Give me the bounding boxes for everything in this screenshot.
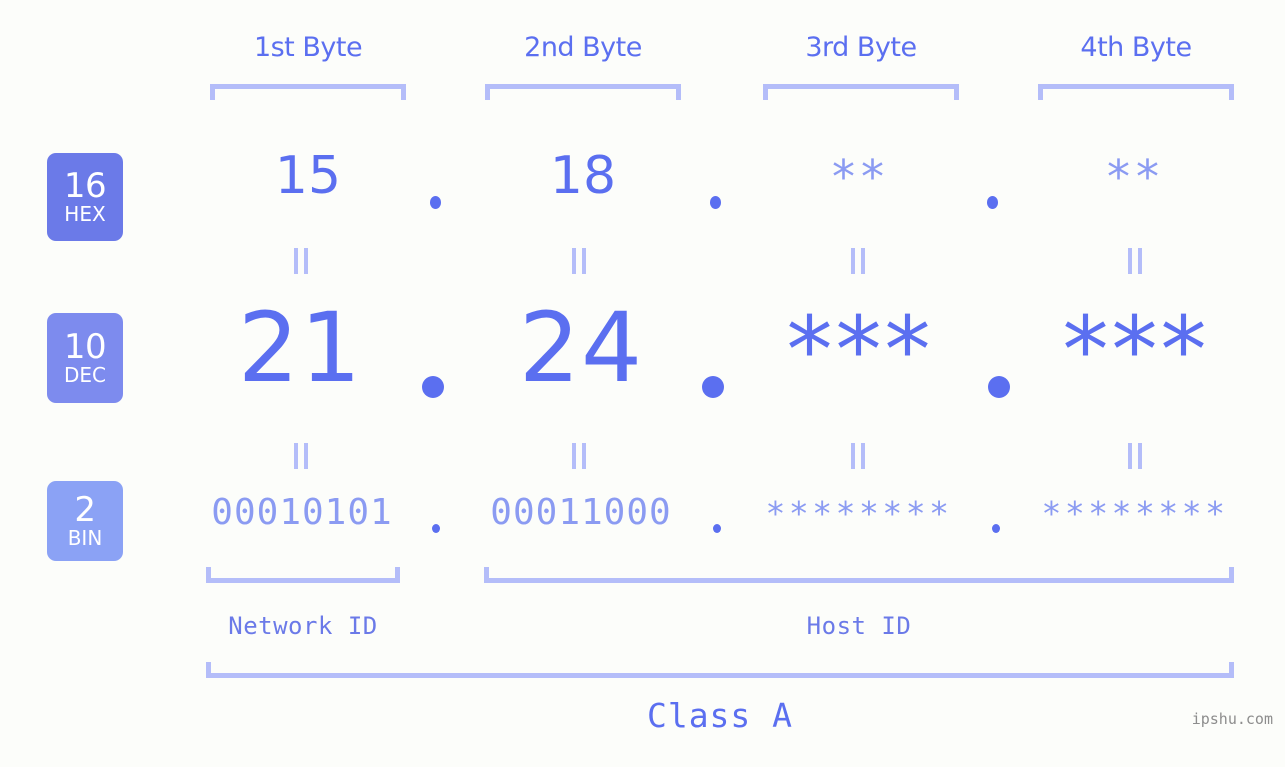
network-id-bracket [206, 567, 400, 583]
equality-mark-upper-4 [1128, 248, 1142, 274]
byte-header-label-3: 3rd Byte [805, 32, 917, 63]
hex-separator-dot-1 [430, 196, 441, 209]
ip-byte-breakdown-diagram: 1st Byte 2nd Byte 3rd Byte 4th Byte 16 H… [0, 0, 1285, 767]
equality-mark-lower-1 [294, 443, 308, 469]
equality-mark-lower-3 [851, 443, 865, 469]
hex-byte-4: ** [1107, 150, 1165, 204]
bin-separator-dot-1 [432, 524, 440, 533]
equality-mark-upper-1 [294, 248, 308, 274]
hex-separator-dot-2 [710, 196, 721, 209]
bin-byte-3: ******** [765, 494, 953, 533]
radix-badge-bin-number: 2 [74, 489, 96, 530]
byte-bracket-top-1 [210, 84, 406, 100]
radix-badge-dec: 10 DEC [47, 313, 123, 403]
bin-byte-1: 00010101 [211, 492, 393, 533]
equality-mark-upper-3 [851, 248, 865, 274]
host-id-bracket [484, 567, 1234, 583]
equality-mark-lower-4 [1128, 443, 1142, 469]
dec-byte-1: 21 [237, 292, 363, 404]
dec-separator-dot-1 [422, 376, 444, 398]
dec-byte-4: *** [1062, 297, 1210, 404]
radix-badge-hex-system: HEX [64, 202, 106, 227]
class-label: Class A [646, 696, 794, 735]
hex-separator-dot-3 [987, 196, 998, 209]
dec-separator-dot-3 [988, 376, 1010, 398]
byte-header-label-2: 2nd Byte [524, 32, 642, 63]
hex-byte-3: ** [832, 150, 890, 204]
equality-mark-upper-2 [572, 248, 586, 274]
byte-bracket-top-4 [1038, 84, 1234, 100]
byte-bracket-top-3 [763, 84, 959, 100]
radix-badge-dec-system: DEC [63, 363, 106, 388]
dec-byte-2: 24 [518, 292, 644, 404]
byte-header-label-1: 1st Byte [253, 32, 363, 63]
radix-badge-bin: 2 BIN [47, 481, 123, 561]
bin-separator-dot-2 [713, 524, 721, 533]
byte-bracket-top-2 [485, 84, 681, 100]
class-bracket [206, 662, 1234, 678]
radix-badge-hex-number: 16 [63, 165, 107, 206]
radix-badge-hex: 16 HEX [47, 153, 123, 241]
bin-separator-dot-3 [992, 524, 1000, 533]
site-watermark: ipshu.com [1191, 710, 1273, 728]
network-id-label: Network ID [228, 612, 378, 640]
dec-separator-dot-2 [702, 376, 724, 398]
equality-mark-lower-2 [572, 443, 586, 469]
byte-header-label-4: 4th Byte [1080, 32, 1192, 63]
hex-byte-2: 18 [549, 146, 617, 206]
bin-byte-2: 00011000 [490, 492, 672, 533]
host-id-label: Host ID [806, 612, 912, 640]
radix-badge-dec-number: 10 [63, 326, 107, 367]
bin-byte-4: ******** [1041, 494, 1229, 533]
radix-badge-bin-system: BIN [67, 526, 103, 551]
dec-byte-3: *** [786, 297, 934, 404]
hex-byte-1: 15 [274, 146, 342, 206]
